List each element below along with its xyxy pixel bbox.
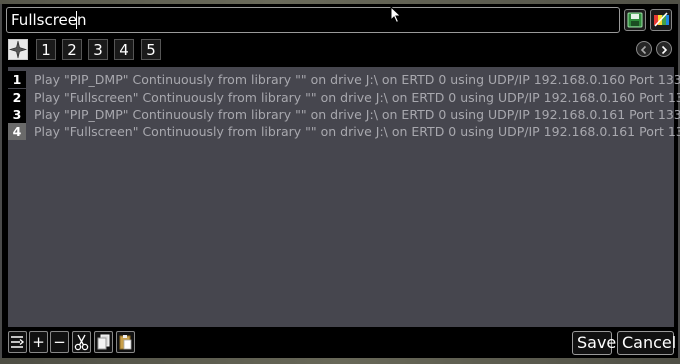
command-row[interactable]: 2 Play "Fullscreen" Continuously from li… bbox=[8, 89, 680, 106]
pin-star-icon bbox=[8, 40, 28, 59]
reorder-button[interactable] bbox=[8, 331, 27, 353]
scroll-right-button[interactable] bbox=[656, 41, 672, 57]
save-icon bbox=[627, 12, 643, 28]
command-row-selected[interactable]: 4 Play "Fullscreen" Continuously from li… bbox=[8, 123, 680, 140]
command-list[interactable]: 1 Play "PIP_DMP" Continuously from libra… bbox=[8, 67, 680, 327]
chevron-right-icon bbox=[661, 45, 668, 55]
paste-icon bbox=[119, 335, 132, 350]
tab-pinned[interactable] bbox=[8, 39, 28, 60]
background-strip-top bbox=[0, 0, 680, 4]
tab-4[interactable]: 4 bbox=[114, 39, 134, 60]
save-button[interactable]: Save bbox=[572, 331, 616, 355]
chevron-left-icon bbox=[640, 45, 647, 55]
color-settings-button[interactable] bbox=[650, 9, 672, 31]
text-caret bbox=[76, 11, 77, 29]
reorder-icon bbox=[11, 336, 25, 348]
cut-button[interactable] bbox=[72, 331, 91, 353]
row-command-text: Play "PIP_DMP" Continuously from library… bbox=[34, 72, 680, 87]
tab-3[interactable]: 3 bbox=[88, 39, 108, 60]
row-number: 3 bbox=[8, 106, 26, 123]
background-strip-bottom bbox=[0, 358, 680, 364]
add-command-button[interactable]: + bbox=[29, 331, 48, 353]
save-to-disk-button[interactable] bbox=[624, 9, 646, 31]
row-number: 1 bbox=[8, 71, 26, 88]
row-number: 2 bbox=[8, 89, 26, 106]
tab-1[interactable]: 1 bbox=[36, 39, 56, 60]
scroll-left-button[interactable] bbox=[636, 41, 652, 57]
row-command-text: Play "Fullscreen" Continuously from libr… bbox=[34, 124, 680, 139]
sequence-name-input[interactable] bbox=[6, 7, 620, 33]
mouse-pointer-icon bbox=[390, 6, 402, 24]
palette-icon bbox=[654, 12, 669, 27]
command-row[interactable]: 1 Play "PIP_DMP" Continuously from libra… bbox=[8, 71, 680, 88]
row-command-text: Play "Fullscreen" Continuously from libr… bbox=[34, 90, 680, 105]
copy-button[interactable] bbox=[94, 331, 113, 353]
scissors-icon bbox=[74, 334, 89, 351]
row-number: 4 bbox=[8, 123, 26, 140]
copy-icon bbox=[97, 334, 110, 350]
command-row[interactable]: 3 Play "PIP_DMP" Continuously from libra… bbox=[8, 106, 680, 123]
paste-button[interactable] bbox=[116, 331, 135, 353]
cancel-button[interactable]: Cancel bbox=[617, 331, 676, 355]
tab-2[interactable]: 2 bbox=[62, 39, 82, 60]
row-command-text: Play "PIP_DMP" Continuously from library… bbox=[34, 107, 680, 122]
remove-command-button[interactable]: − bbox=[50, 331, 69, 353]
tab-5[interactable]: 5 bbox=[141, 39, 161, 60]
